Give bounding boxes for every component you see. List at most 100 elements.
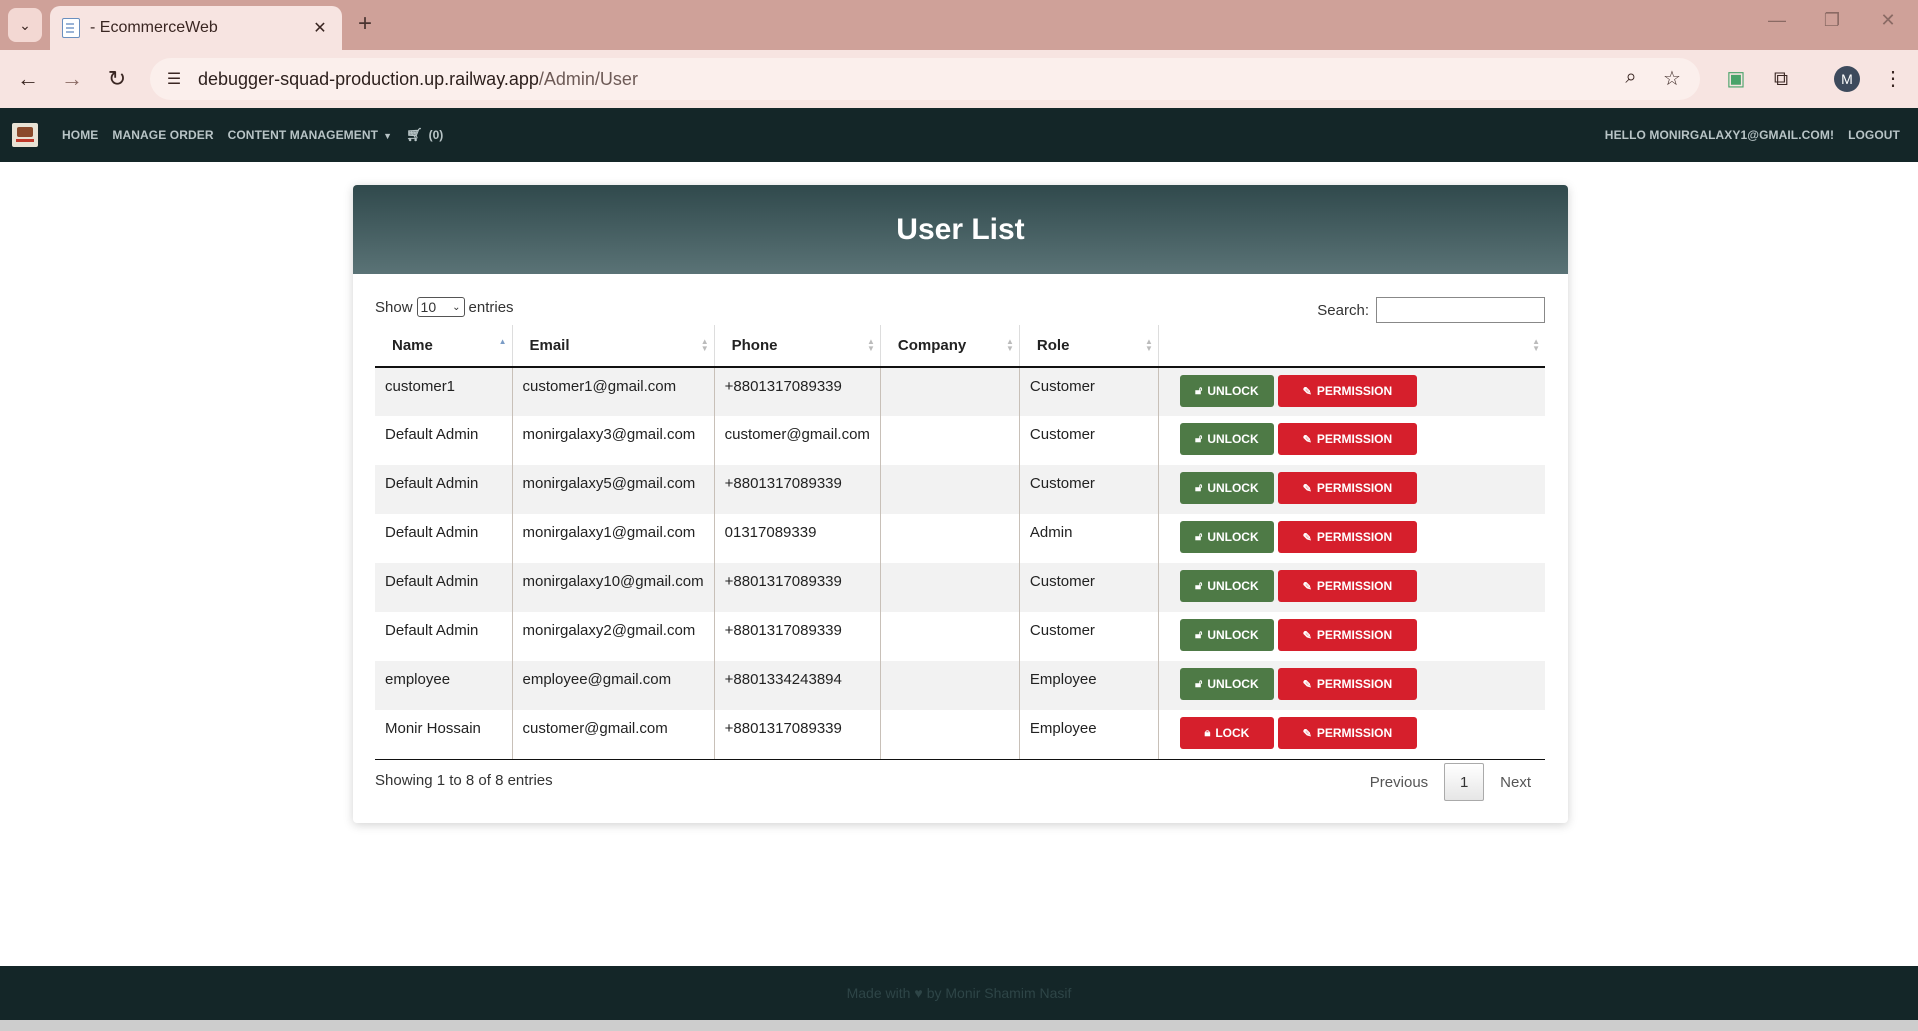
cell-role: Admin	[1019, 514, 1159, 563]
cell-phone: +8801317089339	[714, 465, 881, 514]
permission-button[interactable]: ✎ PERMISSION	[1277, 423, 1417, 455]
permission-button[interactable]: ✎ PERMISSION	[1277, 619, 1417, 651]
edit-icon: ✎	[1302, 385, 1312, 398]
tab-search-chevron-icon[interactable]: ⌄	[8, 8, 42, 42]
unlock-button[interactable]: 🔓︎ UNLOCK	[1179, 619, 1274, 651]
back-icon[interactable]: ←	[12, 63, 44, 95]
close-window-icon[interactable]: ✕	[1873, 10, 1903, 31]
column-header-role[interactable]: Role ▲ ▼	[1019, 325, 1159, 368]
cell-email: monirgalaxy1@gmail.com	[512, 514, 715, 563]
heart-icon: ♥	[914, 985, 923, 1001]
permission-button[interactable]: ✎ PERMISSION	[1277, 570, 1417, 602]
edit-icon: ✎	[1302, 580, 1312, 593]
sort-icon: ▲ ▼	[1532, 337, 1540, 353]
unlock-button[interactable]: 🔓︎ UNLOCK	[1179, 521, 1274, 553]
cell-company	[880, 367, 1020, 416]
cell-actions: 🔓︎ UNLOCK ✎ PERMISSION	[1158, 661, 1545, 710]
unlock-button[interactable]: 🔓︎ UNLOCK	[1179, 375, 1274, 407]
cell-actions: 🔒︎ LOCK ✎ PERMISSION	[1158, 710, 1545, 760]
minimize-icon[interactable]: —	[1762, 10, 1792, 31]
cell-email: monirgalaxy2@gmail.com	[512, 612, 715, 661]
forward-icon[interactable]: →	[56, 63, 88, 95]
cell-phone: 01317089339	[714, 514, 881, 563]
nav-cart[interactable]: 🛒︎ (0)	[406, 127, 443, 143]
cell-email: customer1@gmail.com	[512, 367, 715, 416]
cell-name: Monir Hossain	[375, 710, 513, 760]
brand-logo[interactable]	[12, 123, 38, 147]
nav-home[interactable]: HOME	[62, 128, 98, 142]
address-bar[interactable]: ☰ debugger-squad-production.up.railway.a…	[150, 58, 1700, 100]
pagination-previous[interactable]: Previous	[1356, 774, 1442, 791]
user-greeting[interactable]: HELLO MONIRGALAXY1@GMAIL.COM!	[1605, 128, 1834, 142]
table-search: Search:	[1317, 297, 1545, 323]
extension-icon[interactable]: ▣	[1720, 63, 1752, 95]
page-title: User List	[896, 212, 1025, 246]
unlock-button[interactable]: 🔓︎ UNLOCK	[1179, 668, 1274, 700]
url-text: debugger-squad-production.up.railway.app…	[198, 68, 638, 89]
sort-icon: ▲ ▼	[866, 337, 875, 353]
cell-actions: 🔓︎ UNLOCK ✎ PERMISSION	[1158, 514, 1545, 563]
permission-button[interactable]: ✎ PERMISSION	[1277, 717, 1417, 749]
permission-button[interactable]: ✎ PERMISSION	[1277, 375, 1417, 407]
cell-phone: +8801317089339	[714, 612, 881, 661]
unlock-button[interactable]: 🔓︎ UNLOCK	[1179, 570, 1274, 602]
unlock-button[interactable]: 🔓︎ UNLOCK	[1179, 472, 1274, 504]
nav-content-management[interactable]: CONTENT MANAGEMENT ▼	[228, 128, 392, 142]
table-row: Default Admin monirgalaxy10@gmail.com +8…	[375, 563, 1545, 612]
nav-user-area: HELLO MONIRGALAXY1@GMAIL.COM! LOGOUT	[1591, 108, 1900, 162]
browser-menu-icon[interactable]: ⋮	[1877, 63, 1909, 95]
close-tab-icon[interactable]: ✕	[310, 18, 330, 38]
dropdown-caret-icon: ▼	[383, 131, 393, 141]
entries-select[interactable]: 10 ⌄	[416, 297, 465, 317]
pagination-page-1[interactable]: 1	[1444, 763, 1485, 801]
sort-asc-icon: ▲	[498, 337, 507, 346]
unlock-icon: 🔓︎	[1195, 579, 1203, 592]
unlock-icon: 🔓︎	[1195, 530, 1203, 543]
extensions-puzzle-icon[interactable]: ⧉	[1765, 63, 1797, 95]
table-row: customer1 customer1@gmail.com +880131708…	[375, 367, 1545, 416]
search-label: Search:	[1317, 301, 1369, 319]
bookmark-star-icon[interactable]: ☆	[1659, 66, 1685, 91]
zoom-icon[interactable]: ⌕	[1618, 66, 1644, 89]
permission-button[interactable]: ✎ PERMISSION	[1277, 521, 1417, 553]
restore-icon[interactable]: ❐	[1817, 10, 1847, 31]
cell-name: customer1	[375, 367, 513, 416]
column-header-company[interactable]: Company ▲ ▼	[880, 325, 1020, 368]
column-header-email[interactable]: Email ▲ ▼	[512, 325, 715, 368]
cell-actions: 🔓︎ UNLOCK ✎ PERMISSION	[1158, 563, 1545, 612]
cell-role: Employee	[1019, 661, 1159, 710]
table-header-row: Name ▲ Email ▲ ▼ Phone ▲ ▼ Company ▲ ▼ Role ▲ ▼ ▲…	[375, 325, 1545, 368]
sort-icon: ▲ ▼	[1005, 337, 1014, 353]
cell-phone: +8801317089339	[714, 367, 881, 416]
users-table: Name ▲ Email ▲ ▼ Phone ▲ ▼ Company ▲ ▼ Role ▲ ▼ ▲…	[375, 325, 1545, 760]
nav-links: HOME MANAGE ORDER CONTENT MANAGEMENT ▼ 🛒︎…	[48, 127, 443, 143]
pagination-next[interactable]: Next	[1486, 774, 1545, 791]
browser-tab[interactable]: - EcommerceWeb ✕	[50, 6, 342, 50]
cell-company	[880, 563, 1020, 612]
lock-button[interactable]: 🔒︎ LOCK	[1179, 717, 1274, 749]
browser-toolbar: ← → ↻ ☰ debugger-squad-production.up.rai…	[0, 50, 1918, 108]
column-header-name[interactable]: Name ▲	[375, 325, 513, 368]
cell-company	[880, 514, 1020, 563]
new-tab-icon[interactable]: +	[352, 10, 378, 38]
nav-manage-order[interactable]: MANAGE ORDER	[112, 128, 213, 142]
cell-phone: +8801334243894	[714, 661, 881, 710]
edit-icon: ✎	[1302, 531, 1312, 544]
search-input[interactable]	[1376, 297, 1545, 323]
permission-button[interactable]: ✎ PERMISSION	[1277, 472, 1417, 504]
logout-link[interactable]: LOGOUT	[1848, 128, 1900, 142]
reload-icon[interactable]: ↻	[101, 63, 133, 95]
entries-length: Show 10 ⌄ entries	[375, 297, 514, 317]
site-info-icon[interactable]: ☰	[154, 59, 194, 99]
edit-icon: ✎	[1302, 629, 1312, 642]
cell-role: Customer	[1019, 465, 1159, 514]
cell-name: Default Admin	[375, 514, 513, 563]
cell-company	[880, 710, 1020, 760]
cell-email: employee@gmail.com	[512, 661, 715, 710]
profile-avatar[interactable]: M	[1834, 66, 1860, 92]
permission-button[interactable]: ✎ PERMISSION	[1277, 668, 1417, 700]
cell-actions: 🔓︎ UNLOCK ✎ PERMISSION	[1158, 367, 1545, 416]
column-header-phone[interactable]: Phone ▲ ▼	[714, 325, 881, 368]
column-header-actions[interactable]: ▲ ▼	[1158, 325, 1545, 368]
unlock-button[interactable]: 🔓︎ UNLOCK	[1179, 423, 1274, 455]
